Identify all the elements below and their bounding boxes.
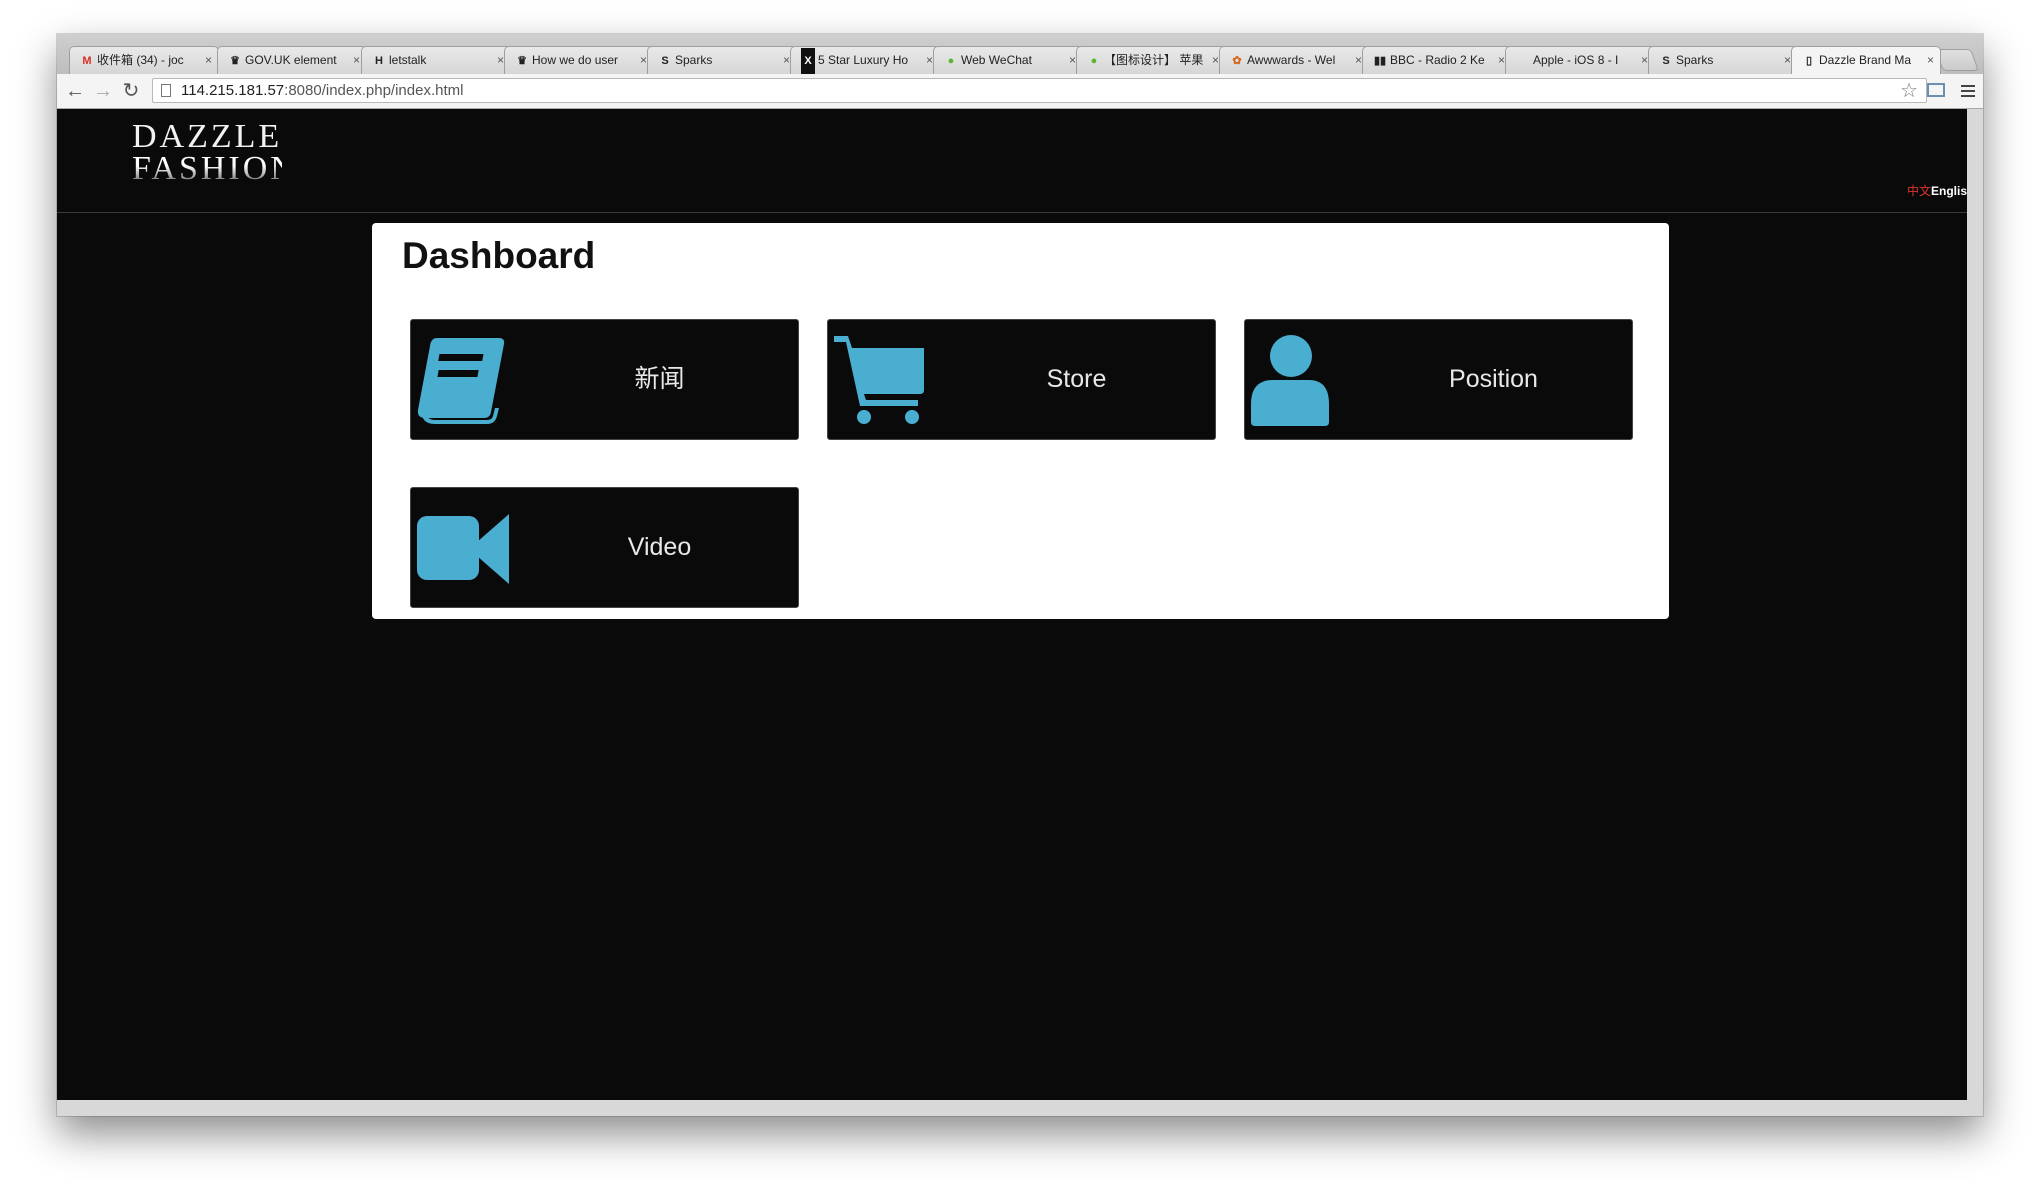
- tab-title: 5 Star Luxury Ho: [818, 53, 909, 67]
- tab-gov-uk[interactable]: ♛ GOV.UK element ×: [217, 46, 367, 74]
- tab-icon-design[interactable]: ● 【图标设计】 苹果 ×: [1076, 46, 1226, 74]
- shopping-cart-icon: [834, 336, 924, 424]
- tab-title: Apple - iOS 8 - I: [1533, 53, 1619, 67]
- gmail-icon: M: [82, 55, 92, 67]
- tile-store[interactable]: Store: [827, 319, 1216, 440]
- cast-icon[interactable]: [1927, 83, 1945, 97]
- tab-title: 【图标设计】 苹果: [1104, 53, 1204, 67]
- book-icon: [417, 338, 505, 424]
- close-icon[interactable]: ×: [1355, 47, 1362, 73]
- tab-title: 收件箱 (34) - joc: [97, 53, 184, 67]
- browser-window: M 收件箱 (34) - joc × ♛ GOV.UK element × Hlet…: [57, 34, 1983, 1116]
- tile-video[interactable]: Video: [410, 487, 799, 608]
- menu-icon[interactable]: [1961, 85, 1975, 97]
- tab-title: letstalk: [389, 53, 427, 67]
- url-host: 114.215.181.57: [181, 82, 285, 99]
- forward-arrow-icon[interactable]: →: [91, 79, 115, 103]
- close-icon[interactable]: ×: [640, 47, 647, 73]
- close-icon[interactable]: ×: [1641, 47, 1648, 73]
- close-icon[interactable]: ×: [1927, 47, 1934, 73]
- tab-luxury[interactable]: X5 Star Luxury Ho ×: [790, 46, 940, 74]
- reload-icon[interactable]: ↻: [119, 79, 143, 103]
- tile-label: Store: [1046, 365, 1107, 393]
- tab-title: Web WeChat: [961, 53, 1032, 67]
- tab-title: GOV.UK element: [245, 53, 337, 67]
- user-icon: [1251, 335, 1329, 426]
- close-icon[interactable]: ×: [1498, 47, 1505, 73]
- tab-strip: M 收件箱 (34) - joc × ♛ GOV.UK element × Hlet…: [57, 34, 1983, 74]
- tab-sparks[interactable]: S Sparks ×: [647, 46, 797, 74]
- page-viewport: DAZZLE FASHION 中文Englis Dashboard 新闻 Sto…: [57, 109, 1967, 1100]
- close-icon[interactable]: ×: [783, 47, 790, 73]
- bookmark-star-icon[interactable]: ☆: [1900, 79, 1918, 103]
- site-header: DAZZLE FASHION 中文Englis: [57, 109, 1967, 213]
- language-chinese-link[interactable]: 中文: [1907, 184, 1931, 198]
- tile-label: Position: [1449, 365, 1538, 393]
- page-icon: [161, 84, 171, 97]
- close-icon[interactable]: ×: [205, 47, 212, 73]
- awwwards-icon: ✿: [1232, 55, 1242, 67]
- url-text: 114.215.181.57:8080/index.php/index.html: [181, 82, 463, 99]
- tab-dazzle-active[interactable]: ▯ Dazzle Brand Ma ×: [1791, 46, 1941, 74]
- close-icon[interactable]: ×: [497, 47, 504, 73]
- gov-uk-icon: ♛: [517, 55, 527, 67]
- tab-title: Awwwards - Wel: [1247, 53, 1336, 67]
- tab-awwwards[interactable]: ✿ Awwwards - Wel ×: [1219, 46, 1369, 74]
- language-english-link[interactable]: Englis: [1931, 184, 1967, 198]
- bbc-icon: ▮▮: [1373, 55, 1387, 67]
- tile-label: Video: [627, 533, 692, 561]
- logo-line-1: DAZZLE: [132, 118, 283, 155]
- video-camera-icon: [417, 514, 509, 584]
- back-arrow-icon[interactable]: ←: [63, 79, 87, 103]
- gov-uk-icon: ♛: [230, 55, 240, 67]
- close-icon[interactable]: ×: [1069, 47, 1076, 73]
- wechat-icon: ●: [947, 55, 955, 67]
- close-icon[interactable]: ×: [926, 47, 933, 73]
- tab-title: How we do user: [532, 53, 619, 67]
- tab-letstalk[interactable]: Hletstalk ×: [361, 46, 511, 74]
- tab-web-wechat[interactable]: ● Web WeChat ×: [933, 46, 1083, 74]
- address-bar[interactable]: 114.215.181.57:8080/index.php/index.html…: [152, 78, 1927, 103]
- sparks-icon: S: [661, 55, 669, 67]
- url-path: :8080/index.php/index.html: [284, 82, 464, 99]
- tile-label: 新闻: [634, 365, 685, 393]
- close-icon[interactable]: ×: [1784, 47, 1791, 73]
- close-icon[interactable]: ×: [1212, 47, 1219, 73]
- tab-bbc-radio[interactable]: ▮▮ BBC - Radio 2 Ke ×: [1362, 46, 1512, 74]
- dazzle-fashion-logo[interactable]: DAZZLE FASHION: [132, 118, 298, 201]
- logo-line-2: FASHION: [132, 150, 298, 187]
- tile-position[interactable]: Position: [1244, 319, 1633, 440]
- sparks-icon: S: [1662, 55, 1670, 67]
- language-switcher: 中文Englis: [1907, 182, 1967, 199]
- page-title: Dashboard: [402, 235, 596, 276]
- tab-title: Sparks: [675, 53, 713, 67]
- luxury-icon: X: [801, 48, 815, 74]
- tab-gmail[interactable]: M 收件箱 (34) - joc ×: [69, 46, 219, 74]
- letstalk-icon: H: [375, 55, 383, 67]
- wechat-icon: ●: [1090, 55, 1098, 67]
- dashboard-panel: Dashboard 新闻 Store Position Video: [372, 223, 1669, 619]
- tab-how-we-do-user[interactable]: ♛ How we do user ×: [504, 46, 654, 74]
- tile-news[interactable]: 新闻: [410, 319, 799, 440]
- close-icon[interactable]: ×: [353, 47, 360, 73]
- new-tab-button[interactable]: [1934, 49, 1980, 71]
- tab-title: Dazzle Brand Ma: [1819, 53, 1912, 67]
- tab-title: Sparks: [1676, 53, 1714, 67]
- page-icon: ▯: [1805, 55, 1813, 67]
- tab-apple-ios[interactable]: Apple - iOS 8 - I ×: [1505, 46, 1655, 74]
- tab-title: BBC - Radio 2 Ke: [1390, 53, 1485, 67]
- browser-toolbar: ← → ↻ 114.215.181.57:8080/index.php/inde…: [57, 74, 1983, 109]
- tab-sparks-2[interactable]: S Sparks ×: [1648, 46, 1798, 74]
